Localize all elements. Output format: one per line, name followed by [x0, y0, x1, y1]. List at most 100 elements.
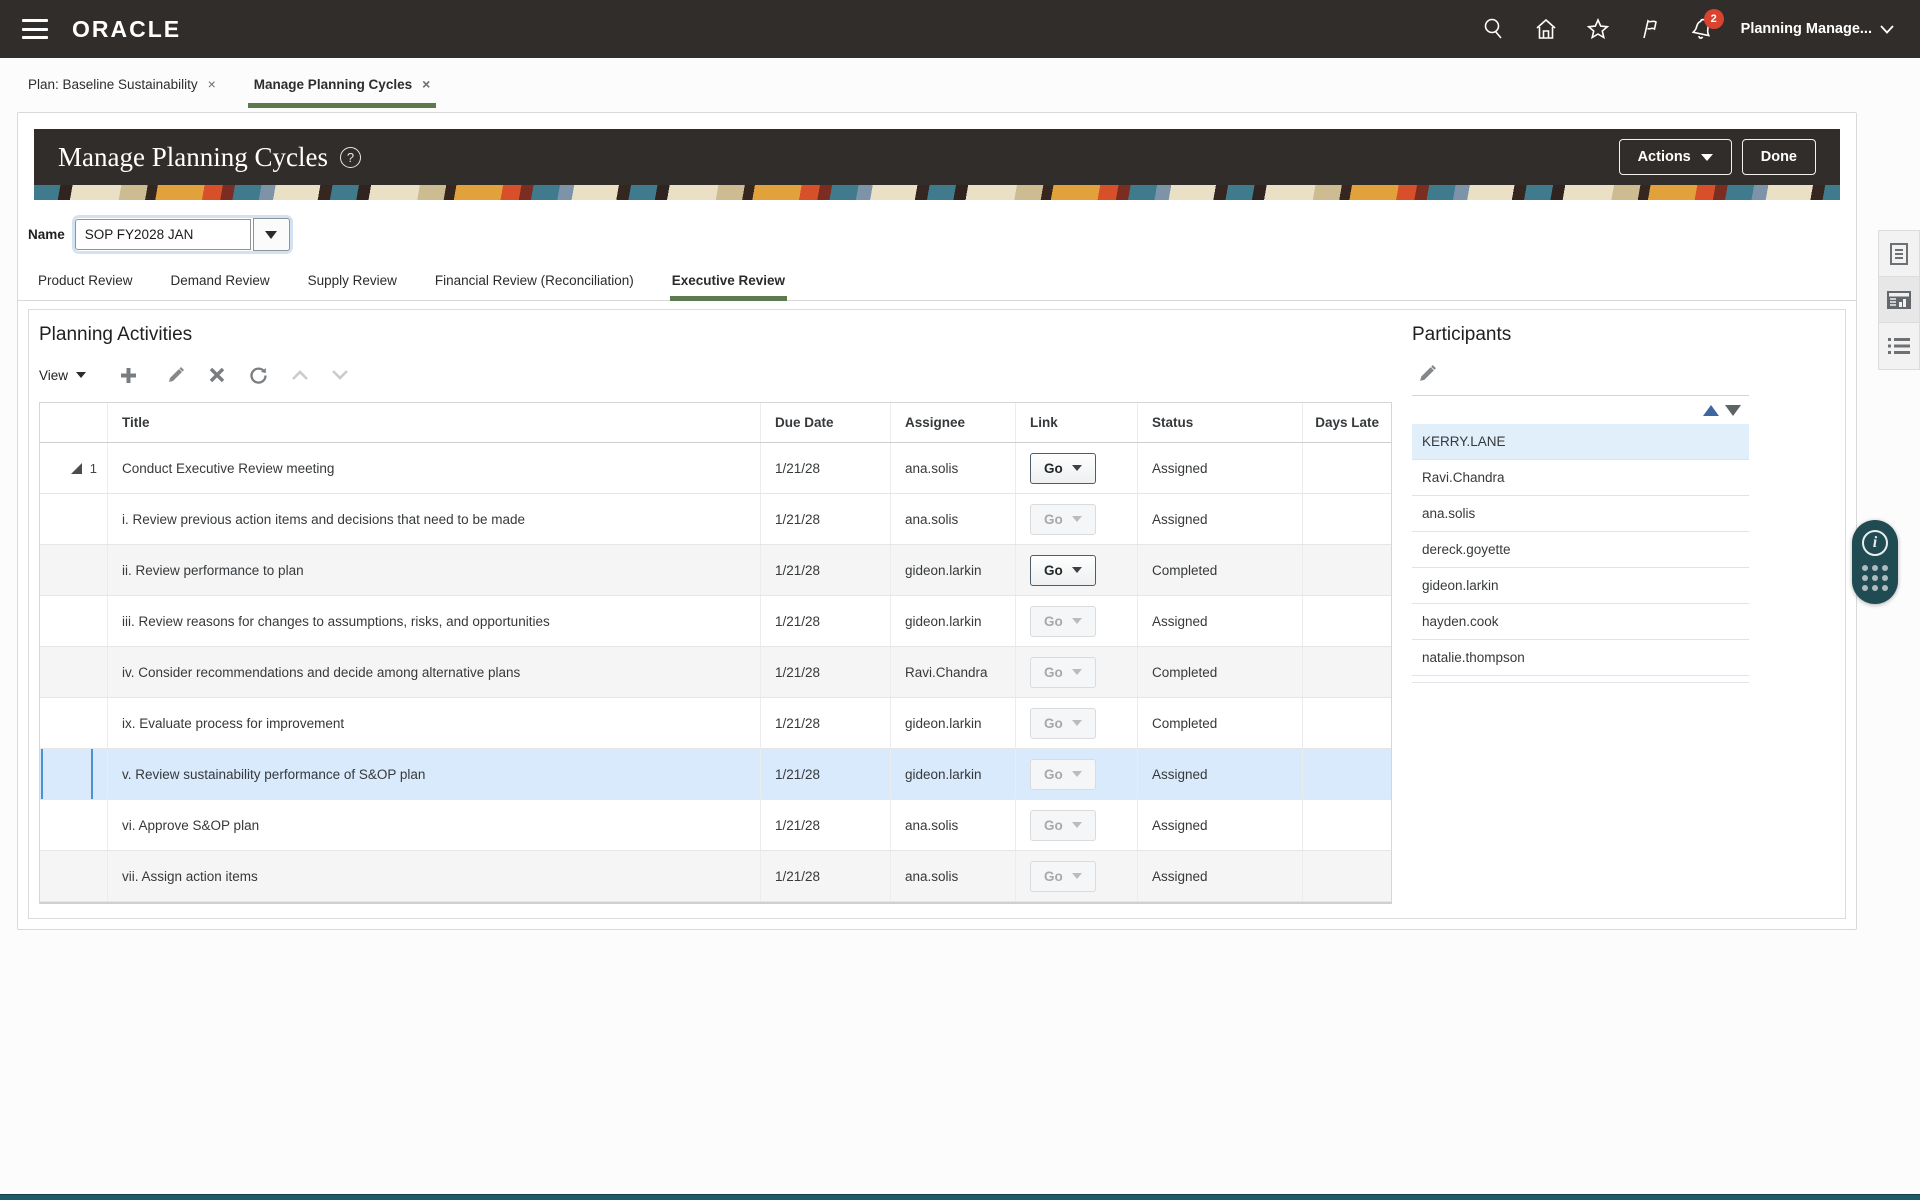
dashboard-view-icon[interactable] — [1879, 277, 1919, 323]
activity-row[interactable]: 1Conduct Executive Review meeting1/21/28… — [40, 443, 1391, 494]
status-cell: Assigned — [1138, 443, 1303, 493]
column-header-link[interactable]: Link — [1016, 403, 1138, 442]
sort-ascending-icon[interactable] — [1703, 405, 1719, 416]
planning-activities-title: Planning Activities — [39, 324, 1402, 346]
due-date-cell: 1/21/28 — [761, 749, 891, 799]
row-header-cell — [40, 851, 108, 901]
app-grid-icon[interactable] — [1862, 565, 1888, 591]
user-menu[interactable]: Planning Manage... — [1741, 21, 1894, 37]
days-late-cell — [1303, 647, 1393, 697]
help-icon[interactable]: ? — [340, 147, 361, 168]
participant-item[interactable]: natalie.thompson — [1412, 640, 1749, 676]
edit-participants-button[interactable] — [1412, 364, 1749, 383]
info-icon[interactable]: i — [1862, 530, 1888, 556]
edit-activity-button[interactable] — [167, 366, 185, 384]
column-header-status[interactable]: Status — [1138, 403, 1303, 442]
column-header-days-late[interactable]: Days Late — [1303, 403, 1393, 442]
move-up-button — [292, 370, 308, 380]
participant-item[interactable]: Ravi.Chandra — [1412, 460, 1749, 496]
actions-button[interactable]: Actions — [1619, 139, 1732, 175]
due-date-cell: 1/21/28 — [761, 647, 891, 697]
page-title: Manage Planning Cycles — [58, 142, 328, 173]
activity-row[interactable]: ii. Review performance to plan1/21/28gid… — [40, 545, 1391, 596]
review-tab-product-review[interactable]: Product Review — [36, 267, 135, 300]
go-button[interactable]: Go — [1030, 453, 1096, 484]
go-button: Go — [1030, 759, 1096, 790]
activity-title-cell: ix. Evaluate process for improvement — [108, 698, 761, 748]
activity-row[interactable]: vii. Assign action items1/21/28ana.solis… — [40, 851, 1391, 902]
status-cell: Assigned — [1138, 494, 1303, 544]
participant-item[interactable]: dereck.goyette — [1412, 532, 1749, 568]
delete-activity-button[interactable] — [209, 367, 225, 383]
panel-header: Manage Planning Cycles ? Actions Done — [34, 129, 1840, 185]
expand-node-icon[interactable] — [71, 463, 82, 474]
notifications-bell-icon[interactable]: 2 — [1689, 16, 1715, 42]
activity-row[interactable]: ix. Evaluate process for improvement1/21… — [40, 698, 1391, 749]
go-button: Go — [1030, 708, 1096, 739]
days-late-cell — [1303, 800, 1393, 850]
due-date-cell: 1/21/28 — [761, 800, 891, 850]
plan-cycle-dropdown-button[interactable] — [253, 218, 290, 251]
activity-row[interactable]: i. Review previous action items and deci… — [40, 494, 1391, 545]
column-header-assignee[interactable]: Assignee — [891, 403, 1016, 442]
assistant-dock: i — [1852, 520, 1898, 604]
due-date-cell: 1/21/28 — [761, 494, 891, 544]
column-header-due-date[interactable]: Due Date — [761, 403, 891, 442]
chevron-down-icon — [76, 372, 86, 378]
activity-title-cell: iv. Consider recommendations and decide … — [108, 647, 761, 697]
participant-item[interactable]: gideon.larkin — [1412, 568, 1749, 604]
list-view-icon[interactable] — [1879, 323, 1919, 369]
row-header-cell — [40, 698, 108, 748]
link-cell: Go — [1016, 494, 1138, 544]
plan-cycle-name-input[interactable] — [75, 219, 251, 250]
go-button-label: Go — [1044, 614, 1063, 629]
review-tab-executive-review[interactable]: Executive Review — [670, 267, 787, 300]
close-tab-icon[interactable]: × — [208, 77, 216, 91]
close-tab-icon[interactable]: × — [422, 77, 430, 91]
assignee-cell: gideon.larkin — [891, 749, 1016, 799]
review-tab-supply-review[interactable]: Supply Review — [306, 267, 399, 300]
review-tab-financial-review-reconciliation[interactable]: Financial Review (Reconciliation) — [433, 267, 636, 300]
go-dropdown-arrow-icon — [1072, 618, 1082, 624]
assignee-cell: ana.solis — [891, 800, 1016, 850]
chevron-down-icon — [1880, 25, 1894, 34]
add-activity-button[interactable] — [120, 367, 143, 384]
document-view-icon[interactable] — [1879, 231, 1919, 277]
home-icon[interactable] — [1533, 16, 1559, 42]
column-header-title[interactable]: Title — [108, 403, 761, 442]
activity-row[interactable]: iii. Review reasons for changes to assum… — [40, 596, 1391, 647]
view-menu-button[interactable]: View — [39, 368, 86, 383]
row-header-cell — [40, 596, 108, 646]
page-tab-1[interactable]: Plan: Baseline Sustainability× — [22, 58, 222, 110]
due-date-cell: 1/21/28 — [761, 443, 891, 493]
sort-descending-icon[interactable] — [1725, 405, 1741, 416]
flag-icon[interactable] — [1637, 16, 1663, 42]
link-cell: Go — [1016, 596, 1138, 646]
favorites-star-icon[interactable] — [1585, 16, 1611, 42]
activity-row[interactable]: iv. Consider recommendations and decide … — [40, 647, 1391, 698]
activity-title-cell: vi. Approve S&OP plan — [108, 800, 761, 850]
chevron-down-icon — [1701, 154, 1713, 161]
participant-item[interactable]: KERRY.LANE — [1412, 424, 1749, 460]
link-cell: Go — [1016, 800, 1138, 850]
manage-planning-cycles-panel: Manage Planning Cycles ? Actions Done Na… — [17, 112, 1857, 930]
bottom-accent-bar — [0, 1194, 1920, 1200]
assignee-cell: ana.solis — [891, 494, 1016, 544]
hamburger-menu-icon[interactable] — [22, 19, 48, 39]
done-button[interactable]: Done — [1742, 139, 1816, 175]
search-icon[interactable] — [1481, 16, 1507, 42]
go-dropdown-arrow-icon — [1072, 669, 1082, 675]
go-button[interactable]: Go — [1030, 555, 1096, 586]
user-menu-label: Planning Manage... — [1741, 21, 1872, 37]
activity-title-cell: v. Review sustainability performance of … — [108, 749, 761, 799]
row-header-cell — [40, 545, 108, 595]
page-tab-2[interactable]: Manage Planning Cycles× — [248, 58, 436, 110]
participant-item[interactable]: ana.solis — [1412, 496, 1749, 532]
refresh-button[interactable] — [249, 366, 268, 385]
activity-row[interactable]: vi. Approve S&OP plan1/21/28ana.solisGoA… — [40, 800, 1391, 851]
activity-row[interactable]: v. Review sustainability performance of … — [40, 749, 1391, 800]
participant-item[interactable]: hayden.cook — [1412, 604, 1749, 640]
open-document-tabs: Plan: Baseline Sustainability× Manage Pla… — [0, 58, 1920, 110]
review-tab-demand-review[interactable]: Demand Review — [169, 267, 272, 300]
move-down-button — [332, 370, 348, 380]
